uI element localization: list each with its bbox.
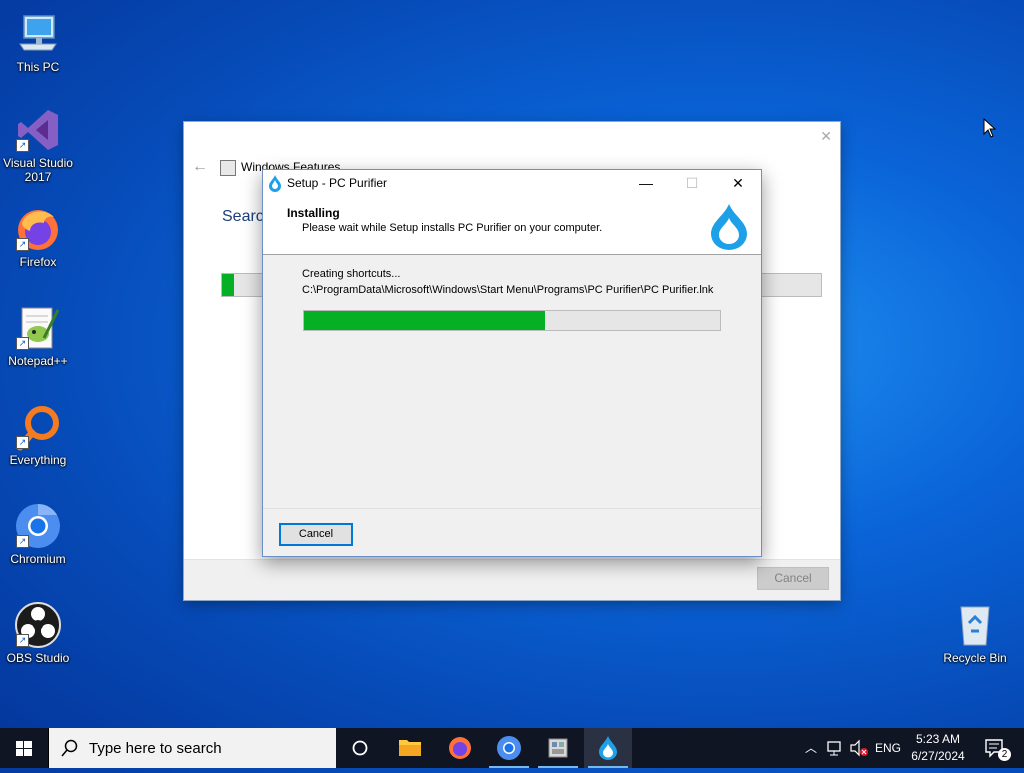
desktop-icon-label: This PC xyxy=(16,60,60,74)
close-button[interactable]: ✕ xyxy=(715,170,761,196)
firefox-icon: ↗ xyxy=(14,205,62,253)
network-icon[interactable] xyxy=(825,728,845,768)
shortcut-arrow-icon: ↗ xyxy=(16,337,29,350)
windows-features-app-icon xyxy=(220,160,236,176)
desktop-icon-this-pc[interactable]: This PC xyxy=(0,10,76,74)
desktop-icon-visual-studio[interactable]: ↗ Visual Studio 2017 xyxy=(0,106,76,184)
windows-features-footer: Cancel xyxy=(184,559,840,600)
notepad-plus-plus-icon: ↗ xyxy=(14,304,62,352)
minimize-button[interactable]: — xyxy=(623,170,669,196)
computer-icon xyxy=(14,10,62,58)
desktop-icon-label: Chromium xyxy=(10,552,66,566)
current-file-path: C:\ProgramData\Microsoft\Windows\Start M… xyxy=(302,284,714,296)
taskbar-pc-purifier-setup[interactable] xyxy=(584,728,632,768)
windows-features-icon xyxy=(548,738,568,758)
desktop-icon-label: Recycle Bin xyxy=(943,651,1007,665)
install-progress-bar xyxy=(303,310,721,331)
taskbar-windows-features[interactable] xyxy=(534,728,582,768)
task-view-button[interactable] xyxy=(336,728,384,768)
dialog-title: Setup - PC Purifier xyxy=(287,176,388,190)
windows-logo-icon xyxy=(16,741,32,756)
header-subtitle: Please wait while Setup installs PC Puri… xyxy=(302,222,603,234)
wizard-header: Installing Please wait while Setup insta… xyxy=(263,196,761,255)
pc-purifier-logo-icon xyxy=(709,202,749,255)
desktop-icon-notepad-plus-plus[interactable]: ↗ Notepad++ xyxy=(0,304,76,368)
shortcut-arrow-icon: ↗ xyxy=(16,436,29,449)
pc-purifier-app-icon xyxy=(599,736,617,760)
pc-purifier-app-icon xyxy=(268,174,282,197)
show-hidden-icons-button[interactable]: ︿ xyxy=(802,728,820,768)
chromium-icon xyxy=(497,736,521,760)
volume-muted-icon[interactable] xyxy=(848,728,870,768)
maximize-button: ☐ xyxy=(685,175,699,191)
taskbar-file-explorer[interactable] xyxy=(386,728,434,768)
chromium-icon: ↗ xyxy=(14,502,62,550)
title-bar[interactable]: Setup - PC Purifier — ☐ ✕ xyxy=(263,170,761,196)
cancel-button[interactable]: Cancel xyxy=(757,567,829,590)
desktop-icon-firefox[interactable]: ↗ Firefox xyxy=(0,205,76,269)
mouse-cursor-icon xyxy=(983,117,997,143)
desktop-icon-obs-studio[interactable]: ↗ OBS Studio xyxy=(0,601,76,665)
language-indicator[interactable]: ENG xyxy=(874,728,902,768)
taskbar-search-box[interactable]: Type here to search xyxy=(48,728,336,768)
back-arrow-icon[interactable]: ← xyxy=(192,158,208,176)
visual-studio-icon: ↗ xyxy=(14,106,62,154)
shortcut-arrow-icon: ↗ xyxy=(16,535,29,548)
task-view-icon xyxy=(352,740,368,756)
header-title: Installing xyxy=(287,206,340,220)
notification-count-badge: 2 xyxy=(998,748,1011,761)
clock-date: 6/27/2024 xyxy=(911,749,965,763)
cancel-button[interactable]: Cancel xyxy=(279,523,353,546)
desktop-icon-label: Firefox xyxy=(19,255,57,269)
desktop-icon-label: Everything xyxy=(9,453,67,467)
recycle-bin-icon xyxy=(951,601,999,649)
start-button[interactable] xyxy=(0,728,48,768)
progress-fill xyxy=(304,311,546,330)
shortcut-arrow-icon: ↗ xyxy=(16,139,29,152)
status-text: Creating shortcuts... xyxy=(302,268,401,280)
firefox-icon xyxy=(449,737,471,759)
folder-icon xyxy=(399,740,421,756)
search-icon xyxy=(61,739,78,757)
notification-icon xyxy=(985,739,1003,758)
desktop-icon-chromium[interactable]: ↗ Chromium xyxy=(0,502,76,566)
search-placeholder: Type here to search xyxy=(89,740,222,757)
desktop-icon-label: OBS Studio xyxy=(6,651,70,665)
desktop-icon-everything[interactable]: ↗ Everything xyxy=(0,403,76,467)
divider xyxy=(263,508,761,509)
action-center-button[interactable]: 2 xyxy=(980,728,1014,768)
everything-search-icon: ↗ xyxy=(14,403,62,451)
close-icon[interactable]: ✕ xyxy=(820,128,832,145)
desktop-icon-label: Visual Studio 2017 xyxy=(3,156,73,184)
setup-dialog: Setup - PC Purifier — ☐ ✕ Installing Ple… xyxy=(262,169,762,557)
chevron-up-icon: ︿ xyxy=(804,741,817,755)
desktop-icon-label: Notepad++ xyxy=(8,354,68,368)
taskbar-chromium[interactable] xyxy=(485,728,533,768)
desktop-icon-recycle-bin[interactable]: Recycle Bin xyxy=(937,601,1013,665)
taskbar: Type here to search ︿ ENG 5:23 AM 6/27/2… xyxy=(0,728,1024,768)
taskbar-firefox[interactable] xyxy=(436,728,484,768)
obs-studio-icon: ↗ xyxy=(14,601,62,649)
shortcut-arrow-icon: ↗ xyxy=(16,634,29,647)
progress-fill xyxy=(222,274,234,296)
clock-time: 5:23 AM xyxy=(915,732,961,746)
taskbar-clock[interactable]: 5:23 AM 6/27/2024 xyxy=(900,731,976,765)
shortcut-arrow-icon: ↗ xyxy=(16,238,29,251)
